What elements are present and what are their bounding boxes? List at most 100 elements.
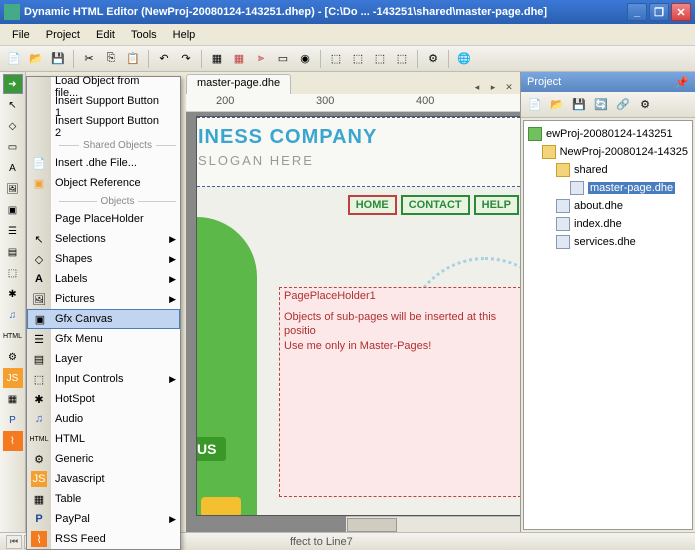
menu-help[interactable]: Help: [165, 27, 204, 43]
proj-refresh-icon[interactable]: 🔄: [591, 95, 611, 115]
paypal-tool-icon[interactable]: P: [3, 410, 23, 430]
contact-us-button[interactable]: US: [196, 437, 226, 461]
nav-help[interactable]: HELP: [474, 195, 519, 215]
project-tree[interactable]: ewProj-20080124-143251 NewProj-20080124-…: [523, 120, 693, 530]
tab-next-icon[interactable]: ▸: [486, 80, 500, 94]
menu-rss[interactable]: ⌇RSS Feed: [27, 529, 180, 549]
tree-services[interactable]: services.dhe: [528, 233, 688, 251]
page-header-box[interactable]: INESS COMPANY SLOGAN HERE: [196, 117, 520, 187]
close-button[interactable]: ✕: [671, 3, 691, 21]
menu-javascript[interactable]: JSJavascript: [27, 469, 180, 489]
globe-icon[interactable]: 🌐: [454, 49, 474, 69]
generic-tool-icon[interactable]: ⚙: [3, 347, 23, 367]
page-placeholder[interactable]: PagePlaceHolder1 Objects of sub-pages wi…: [279, 287, 520, 497]
canvas-viewport[interactable]: INESS COMPANY SLOGAN HERE HOME CONTACT H…: [186, 112, 520, 532]
menu-input-controls[interactable]: ⬚Input Controls▶: [27, 369, 180, 389]
ruler-icon[interactable]: ▭: [273, 49, 293, 69]
grid2-icon[interactable]: ▦: [229, 49, 249, 69]
html-tool-icon[interactable]: HTML: [3, 326, 23, 346]
audio-tool-icon[interactable]: ♫: [3, 305, 23, 325]
menu-table[interactable]: ▦Table: [27, 489, 180, 509]
nav-home[interactable]: HOME: [348, 195, 397, 215]
maximize-button[interactable]: ❐: [649, 3, 669, 21]
grid-icon[interactable]: ▦: [207, 49, 227, 69]
menu-file[interactable]: File: [4, 27, 38, 43]
menu-load-object[interactable]: Load Object from file...: [27, 77, 180, 97]
menu-support-btn-2[interactable]: Insert Support Button 2: [27, 117, 180, 137]
copy-icon[interactable]: ⎘: [101, 49, 121, 69]
guides-icon[interactable]: ◉: [295, 49, 315, 69]
menu-labels[interactable]: ALabels▶: [27, 269, 180, 289]
panel-title[interactable]: Project 📌: [521, 72, 695, 92]
menu-edit[interactable]: Edit: [88, 27, 123, 43]
menu-pictures[interactable]: 🖼Pictures▶: [27, 289, 180, 309]
layer-tool-icon[interactable]: ▤: [3, 242, 23, 262]
doc-tab-master[interactable]: master-page.dhe: [186, 74, 291, 94]
save-icon[interactable]: 💾: [48, 49, 68, 69]
menu-gfx-menu[interactable]: ☰Gfx Menu: [27, 329, 180, 349]
menu-tool-icon[interactable]: ☰: [3, 221, 23, 241]
proj-new-icon[interactable]: 📄: [525, 95, 545, 115]
menu-gfx-canvas[interactable]: ▣Gfx Canvas: [27, 309, 180, 329]
menu-obj-ref[interactable]: ▣Object Reference: [27, 173, 180, 193]
shape-tool-icon[interactable]: ◇: [3, 116, 23, 136]
canvas-tool-icon[interactable]: ▣: [3, 200, 23, 220]
arrow-tool-icon[interactable]: ➜: [3, 74, 23, 94]
tab-close-icon[interactable]: ✕: [502, 80, 516, 94]
open-icon[interactable]: 📂: [26, 49, 46, 69]
menu-shapes[interactable]: ◇Shapes▶: [27, 249, 180, 269]
page-first-icon[interactable]: ⏮: [6, 535, 22, 549]
minimize-button[interactable]: _: [627, 3, 647, 21]
scroll-thumb[interactable]: [347, 518, 397, 532]
menu-insert-dhe[interactable]: 📄Insert .dhe File...: [27, 153, 180, 173]
proj-link-icon[interactable]: 🔗: [613, 95, 633, 115]
pointer-icon[interactable]: ↖: [3, 95, 23, 115]
tree-about[interactable]: about.dhe: [528, 197, 688, 215]
undo-icon[interactable]: ↶: [154, 49, 174, 69]
pin-icon[interactable]: 📌: [675, 76, 689, 89]
text-tool-icon[interactable]: A: [3, 158, 23, 178]
cut-icon[interactable]: ✂: [79, 49, 99, 69]
proj-settings-icon[interactable]: ⚙: [635, 95, 655, 115]
image-tool-icon[interactable]: 🖼: [3, 179, 23, 199]
table-tool-icon[interactable]: ▦: [3, 389, 23, 409]
menu-selections[interactable]: ↖Selections▶: [27, 229, 180, 249]
input-tool-icon[interactable]: ⬚: [3, 263, 23, 283]
green-sidebar-shape[interactable]: [196, 217, 257, 516]
menu-project[interactable]: Project: [38, 27, 88, 43]
tree-shared[interactable]: shared: [528, 161, 688, 179]
nav-contact[interactable]: CONTACT: [401, 195, 470, 215]
preview-icon[interactable]: ⚙: [423, 49, 443, 69]
rss-tool-icon[interactable]: ⌇: [3, 431, 23, 451]
menu-paypal[interactable]: PPayPal▶: [27, 509, 180, 529]
menu-tools[interactable]: Tools: [123, 27, 165, 43]
menu-audio[interactable]: ♫Audio: [27, 409, 180, 429]
proj-open-icon[interactable]: 📂: [547, 95, 567, 115]
menu-support-btn-1[interactable]: Insert Support Button 1: [27, 97, 180, 117]
js-tool-icon[interactable]: JS: [3, 368, 23, 388]
menu-generic[interactable]: ⚙Generic: [27, 449, 180, 469]
menu-page-placeholder[interactable]: Page PlaceHolder: [27, 209, 180, 229]
hotspot-tool-icon[interactable]: ✱: [3, 284, 23, 304]
new-icon[interactable]: 📄: [4, 49, 24, 69]
menu-layer[interactable]: ▤Layer: [27, 349, 180, 369]
align4-icon[interactable]: ⬚: [392, 49, 412, 69]
paste-icon[interactable]: 📋: [123, 49, 143, 69]
yellow-shape[interactable]: [201, 497, 241, 516]
canvas-page[interactable]: INESS COMPANY SLOGAN HERE HOME CONTACT H…: [196, 116, 520, 516]
menu-html[interactable]: HTMLHTML: [27, 429, 180, 449]
tree-index[interactable]: index.dhe: [528, 215, 688, 233]
redo-icon[interactable]: ↷: [176, 49, 196, 69]
align2-icon[interactable]: ⬚: [348, 49, 368, 69]
tree-root[interactable]: ewProj-20080124-143251: [528, 125, 688, 143]
rect-tool-icon[interactable]: ▭: [3, 137, 23, 157]
snap-icon[interactable]: ⫸: [251, 49, 271, 69]
tree-master[interactable]: master-page.dhe: [528, 179, 688, 197]
align1-icon[interactable]: ⬚: [326, 49, 346, 69]
align3-icon[interactable]: ⬚: [370, 49, 390, 69]
menu-hotspot[interactable]: ✱HotSpot: [27, 389, 180, 409]
horizontal-scrollbar[interactable]: [346, 516, 520, 532]
tree-proj[interactable]: NewProj-20080124-14325: [528, 143, 688, 161]
tab-prev-icon[interactable]: ◂: [470, 80, 484, 94]
proj-save-icon[interactable]: 💾: [569, 95, 589, 115]
